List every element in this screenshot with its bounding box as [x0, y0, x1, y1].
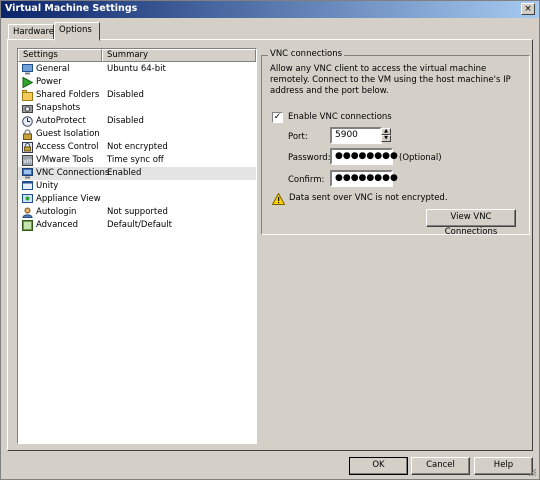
enable-vnc-checkbox[interactable]: ✓	[272, 112, 283, 123]
list-item-access-control[interactable]: Access Control Not encrypted	[18, 141, 256, 154]
list-item-name: Appliance View	[36, 194, 101, 204]
snapshot-icon	[22, 105, 33, 113]
tab-options[interactable]: Options	[54, 22, 100, 41]
optional-label: (Optional)	[399, 153, 442, 163]
cancel-button[interactable]: Cancel	[411, 457, 470, 475]
settings-window: Virtual Machine Settings × Hardware Opti…	[0, 0, 540, 480]
svg-text:vm: vm	[23, 158, 33, 165]
list-item-autoprotect[interactable]: AutoProtect Disabled	[18, 115, 256, 128]
list-item-name: Shared Folders	[36, 90, 100, 100]
list-item-shared-folders[interactable]: Shared Folders Disabled	[18, 89, 256, 102]
list-item-name: Autologin	[36, 207, 77, 217]
enable-vnc-label[interactable]: Enable VNC connections	[288, 112, 392, 122]
list-item-power[interactable]: Power	[18, 76, 256, 89]
view-vnc-connections-button[interactable]: View VNC Connections	[426, 209, 516, 237]
list-item-snapshots[interactable]: Snapshots	[18, 102, 256, 115]
resize-grip-icon[interactable]	[527, 467, 537, 477]
close-icon[interactable]: ×	[521, 3, 535, 15]
list-item-summary: Disabled	[107, 90, 144, 100]
list-item-name: Unity	[36, 181, 59, 191]
list-item-unity[interactable]: Unity	[18, 180, 256, 193]
list-item-summary: Disabled	[107, 116, 144, 126]
vm-tools-icon: vm	[22, 155, 33, 166]
password-input[interactable]: ●●●●●●●●	[330, 148, 398, 165]
options-page: Settings Summary General Ubuntu 64-bit P…	[7, 39, 533, 451]
tab-hardware[interactable]: Hardware	[8, 24, 54, 40]
appliance-icon	[22, 194, 33, 203]
user-icon	[22, 207, 33, 218]
window-title: Virtual Machine Settings	[5, 3, 138, 14]
list-item-name: Guest Isolation	[36, 129, 100, 139]
list-item-name: Power	[36, 77, 62, 87]
list-item-name: AutoProtect	[36, 116, 86, 126]
list-item-name: Advanced	[36, 220, 78, 230]
title-bar[interactable]: Virtual Machine Settings ×	[1, 1, 539, 18]
list-item-summary: Default/Default	[107, 220, 172, 230]
group-title: VNC connections	[268, 49, 345, 59]
list-item-vnc-connections[interactable]: VNC Connections Enabled	[18, 167, 256, 180]
monitor-icon	[22, 64, 33, 75]
list-item-name: General	[36, 64, 70, 74]
encryption-warning: Data sent over VNC is not encrypted.	[289, 193, 448, 203]
check-icon: ✓	[273, 112, 282, 122]
column-header-settings[interactable]: Settings	[18, 49, 102, 62]
access-control-icon	[22, 142, 33, 153]
list-item-name: Snapshots	[36, 103, 81, 113]
autoprotect-icon	[22, 116, 33, 127]
confirm-input[interactable]: ●●●●●●●●	[330, 170, 398, 187]
help-button[interactable]: Help	[474, 457, 533, 475]
list-item-summary: Enabled	[107, 168, 142, 178]
list-item-autologin[interactable]: Autologin Not supported	[18, 206, 256, 219]
advanced-icon	[22, 220, 33, 231]
vnc-description: Allow any VNC client to access the virtu…	[270, 64, 511, 96]
list-item-name: VMware Tools	[36, 155, 94, 165]
settings-list[interactable]: Settings Summary General Ubuntu 64-bit P…	[17, 48, 257, 444]
list-item-summary: Time sync off	[107, 155, 164, 165]
spin-up-icon[interactable]: ▲	[381, 128, 391, 135]
list-item-guest-isolation[interactable]: Guest Isolation	[18, 128, 256, 141]
list-item-general[interactable]: General Ubuntu 64-bit	[18, 63, 256, 76]
ok-button[interactable]: OK	[349, 457, 408, 475]
lock-icon	[23, 129, 32, 140]
spin-down-icon[interactable]: ▼	[381, 135, 391, 142]
list-item-summary: Ubuntu 64-bit	[107, 64, 166, 74]
list-item-name: VNC Connections	[36, 168, 110, 178]
list-item-advanced[interactable]: Advanced Default/Default	[18, 219, 256, 232]
warning-icon	[272, 193, 285, 205]
folder-icon	[22, 90, 33, 101]
password-label: Password:	[288, 153, 331, 163]
list-header: Settings Summary	[18, 49, 256, 62]
list-item-appliance-view[interactable]: Appliance View	[18, 193, 256, 206]
port-label: Port:	[288, 132, 308, 142]
vnc-connections-group: VNC connections Allow any VNC client to …	[261, 49, 530, 237]
list-item-vmware-tools[interactable]: vm VMware Tools Time sync off	[18, 154, 256, 167]
power-play-icon	[22, 77, 33, 88]
confirm-label: Confirm:	[288, 175, 325, 185]
list-item-summary: Not supported	[107, 207, 168, 217]
vnc-icon	[22, 168, 33, 179]
list-item-name: Access Control	[36, 142, 99, 152]
unity-icon	[22, 181, 33, 190]
list-item-summary: Not encrypted	[107, 142, 168, 152]
column-header-summary[interactable]: Summary	[102, 49, 256, 62]
port-spinner[interactable]: ▲ ▼	[381, 128, 391, 143]
port-input[interactable]: 5900	[330, 127, 382, 144]
